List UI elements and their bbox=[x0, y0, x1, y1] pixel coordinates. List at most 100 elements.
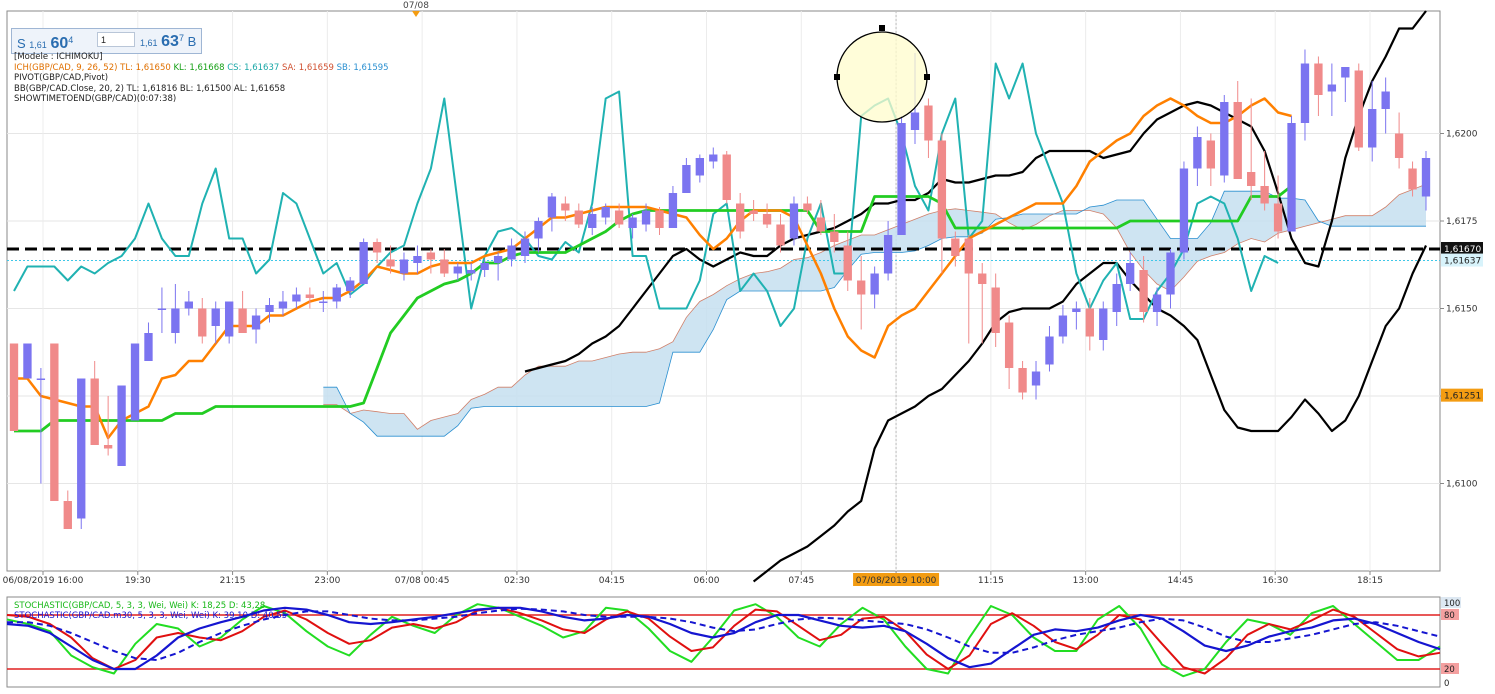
candle-body bbox=[1233, 102, 1242, 179]
candle-body bbox=[1287, 123, 1296, 232]
top-date-marker: 07/08 bbox=[403, 1, 429, 11]
candle-body bbox=[1018, 368, 1027, 393]
candle-body bbox=[292, 294, 301, 302]
stoch-tick-label: 20 bbox=[1444, 665, 1455, 675]
candle-body bbox=[897, 123, 906, 235]
candle-body bbox=[964, 238, 973, 274]
stoch-tick-label: 80 bbox=[1444, 611, 1455, 621]
ich-sa: SA: 1,61659 bbox=[281, 62, 334, 73]
candle-body bbox=[346, 280, 355, 291]
stoch-tick-label: 0 bbox=[1444, 679, 1449, 689]
candle-body bbox=[238, 308, 247, 333]
price-label: 1,61251 bbox=[1444, 392, 1481, 402]
candle-body bbox=[1273, 203, 1283, 232]
ich-name: ICH(GBP/CAD, 9, 26, 52) bbox=[14, 62, 118, 73]
x-tick-label: 07/08 00:45 bbox=[395, 576, 450, 586]
candle-body bbox=[1099, 308, 1108, 340]
candle-body bbox=[574, 210, 583, 225]
candle-body bbox=[534, 221, 543, 239]
candle-body bbox=[628, 217, 637, 228]
candle-body bbox=[1368, 109, 1377, 148]
candle-body bbox=[1220, 102, 1229, 176]
stoch-tick-label: 100 bbox=[1444, 599, 1460, 609]
candle-body bbox=[910, 112, 920, 130]
candle-body bbox=[883, 235, 893, 274]
buy-price-big: 63 bbox=[161, 33, 179, 50]
lot-size-input[interactable]: 1 bbox=[97, 32, 135, 47]
candle-body bbox=[830, 231, 839, 242]
ich-sb: SB: 1,61595 bbox=[336, 62, 389, 73]
buy-price-sup: 7 bbox=[178, 33, 184, 43]
trade-quote-box: S 1,61 604 1 1,61 637 B bbox=[11, 28, 202, 54]
candle-body bbox=[1408, 168, 1417, 190]
candle-body bbox=[1300, 63, 1310, 123]
candle-body bbox=[130, 343, 140, 421]
x-tick-label: 18:15 bbox=[1357, 576, 1383, 586]
candle-body bbox=[265, 305, 274, 312]
candle-body bbox=[1354, 70, 1363, 148]
candle-body bbox=[171, 308, 180, 333]
candle-body bbox=[507, 245, 516, 260]
candle-body bbox=[588, 214, 597, 228]
x-tick-label: 13:00 bbox=[1073, 576, 1099, 586]
stoch-legend-1: STOCHASTIC(GBP/CAD, 5, 3, 3, Wei, Wei) K… bbox=[14, 601, 265, 611]
ich-cs: CS: 1,61637 bbox=[227, 62, 280, 73]
candle-body bbox=[776, 224, 785, 246]
candle-body bbox=[1314, 63, 1323, 95]
candle-body bbox=[991, 287, 1000, 333]
candle-body bbox=[77, 378, 86, 519]
candle-body bbox=[749, 210, 758, 214]
candle-body bbox=[63, 501, 72, 529]
sell-price-prefix: 1,61 bbox=[29, 40, 47, 50]
candle-body bbox=[211, 308, 220, 326]
candle-body bbox=[1004, 322, 1014, 368]
candle-body bbox=[668, 193, 678, 228]
candle-body bbox=[453, 266, 462, 274]
candle-body bbox=[23, 343, 32, 379]
sell-button[interactable]: S bbox=[17, 36, 26, 51]
candle-body bbox=[762, 214, 772, 225]
candle-body bbox=[359, 242, 368, 284]
price-label: 1,61670 bbox=[1444, 245, 1481, 255]
candle-body bbox=[857, 280, 866, 295]
candle-body bbox=[843, 245, 852, 281]
candle-body bbox=[157, 308, 167, 310]
candle-body bbox=[1085, 308, 1094, 337]
x-tick-label: 07/08/2019 10:00 bbox=[856, 576, 937, 586]
candle-body bbox=[1031, 371, 1041, 386]
candle-body bbox=[278, 301, 288, 309]
candle-body bbox=[90, 378, 99, 445]
candle-body bbox=[1394, 133, 1404, 158]
candle-body bbox=[1112, 284, 1121, 312]
candle-body bbox=[184, 301, 193, 309]
sell-price-sup: 4 bbox=[68, 35, 74, 45]
candle-body bbox=[9, 343, 19, 431]
candle-body bbox=[399, 259, 409, 274]
candle-body bbox=[601, 207, 610, 218]
candle-body bbox=[978, 273, 987, 284]
candle-body bbox=[386, 259, 395, 267]
candle-body bbox=[736, 203, 745, 232]
candle-body bbox=[1166, 252, 1175, 295]
candle-body bbox=[789, 203, 799, 239]
x-axis: 06/08/2019 16:00 19:30 21:15 23:00 07/08 00:… bbox=[3, 571, 1383, 586]
candle-body bbox=[682, 165, 691, 193]
candle-body bbox=[951, 238, 960, 256]
buy-button[interactable]: B bbox=[188, 34, 197, 49]
buy-price-prefix: 1,61 bbox=[140, 38, 158, 48]
bb-label: BB(GBP/CAD.Close, 20, 2) TL: 1,61816 BL:… bbox=[14, 83, 286, 94]
timer-label: SHOWTIMETOEND(GBP/CAD)(0:07:38) bbox=[14, 94, 177, 105]
circle-handle bbox=[879, 25, 885, 31]
candle-body bbox=[1139, 270, 1148, 312]
candle-body bbox=[709, 154, 718, 162]
ich-kl: KL: 1,61668 bbox=[173, 62, 225, 73]
ich-tl: TL: 1,61650 bbox=[120, 62, 171, 73]
candle-body bbox=[144, 333, 153, 361]
candle-body bbox=[1179, 168, 1189, 253]
price-label: 1,61637 bbox=[1444, 257, 1481, 267]
x-tick-label: 23:00 bbox=[314, 576, 340, 586]
y-tick-label: 1,6200 bbox=[1446, 130, 1478, 140]
x-tick-label: 16:30 bbox=[1262, 576, 1288, 586]
candle-body bbox=[695, 158, 704, 176]
candle-body bbox=[1260, 186, 1269, 204]
